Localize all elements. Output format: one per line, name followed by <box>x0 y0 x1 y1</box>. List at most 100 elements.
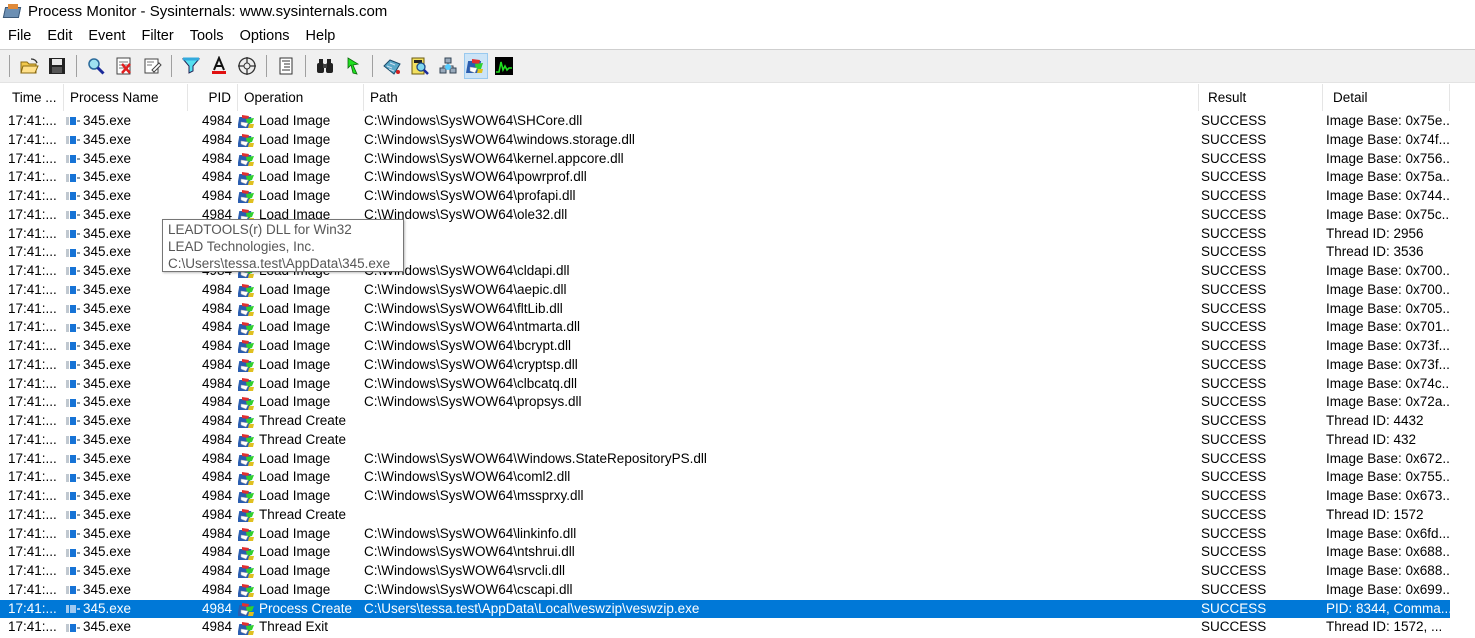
event-row[interactable]: 17:41:... 345.exe 4984 Load Image C:\Win… <box>0 450 1450 469</box>
column-header-time[interactable]: Time ... <box>0 84 64 111</box>
detail-cell: Image Base: 0x701... <box>1326 319 1450 335</box>
process-name-cell: 345.exe <box>66 450 188 469</box>
jump-to-button[interactable] <box>341 53 365 79</box>
show-process-thread-button[interactable] <box>464 53 488 79</box>
process-name-cell: 345.exe <box>66 581 188 600</box>
event-row[interactable]: 17:41:... 345.exe 4984 Thread Create SUC… <box>0 506 1450 525</box>
process-thread-activity-icon <box>466 59 483 74</box>
event-row[interactable]: 17:41:... 345.exe 4984 Load Image C:\Win… <box>0 168 1450 187</box>
process-name-cell: 345.exe <box>66 337 188 356</box>
event-row[interactable]: 17:41:... 345.exe 4984 Load Image C:\Win… <box>0 487 1450 506</box>
menu-help[interactable]: Help <box>298 28 344 44</box>
event-row[interactable]: 17:41:... 345.exe 4984 Load Image C:\Win… <box>0 393 1450 412</box>
column-header-detail[interactable]: Detail <box>1323 84 1450 111</box>
column-header-pid[interactable]: PID <box>188 84 238 111</box>
path-cell: C:\Windows\SysWOW64\ntmarta.dll <box>364 319 581 335</box>
path-cell <box>364 506 1196 525</box>
process-thread-operation-icon <box>238 170 256 186</box>
toolbar-separator <box>9 55 10 77</box>
event-row[interactable]: 17:41:... 345.exe 4984 Load Image C:\Win… <box>0 281 1450 300</box>
clear-button[interactable] <box>140 53 164 79</box>
save-button[interactable] <box>45 53 69 79</box>
column-header-process-name[interactable]: Process Name <box>64 84 188 111</box>
event-row[interactable]: 17:41:... 345.exe 4984 Load Image C:\Win… <box>0 112 1450 131</box>
pid-cell: 4984 <box>201 150 232 166</box>
process-exe-icon <box>66 510 80 520</box>
operation-text: Load Image <box>259 319 331 335</box>
open-button[interactable] <box>17 53 41 79</box>
path-cell: C:\Windows\SysWOW64\powrprof.dll <box>364 169 587 185</box>
operation-cell: Thread Create <box>238 506 362 525</box>
event-row[interactable]: 17:41:... 345.exe 4984 Load Image C:\Win… <box>0 562 1450 581</box>
binoculars-icon <box>317 59 333 73</box>
process-exe-icon <box>66 229 80 239</box>
menu-event[interactable]: Event <box>80 28 133 44</box>
event-row[interactable]: 17:41:... 345.exe 4984 Load Image C:\Win… <box>0 318 1450 337</box>
registry-activity-icon <box>383 59 401 75</box>
process-exe-icon <box>66 323 80 333</box>
event-row[interactable]: 17:41:... 345.exe 4984 Thread Create SUC… <box>0 412 1450 431</box>
result-cell: SUCCESS <box>1201 356 1267 372</box>
event-row[interactable]: 17:41:... 345.exe 4984 Load Image C:\Win… <box>0 337 1450 356</box>
menu-options[interactable]: Options <box>232 28 298 44</box>
column-header-operation[interactable]: Operation <box>238 84 364 111</box>
event-row[interactable]: 17:41:... 345.exe 4984 Load Image C:\Win… <box>0 356 1450 375</box>
process-thread-operation-icon <box>238 282 256 298</box>
result-cell: SUCCESS <box>1201 394 1267 410</box>
find-button[interactable] <box>313 53 337 79</box>
event-row[interactable]: 17:41:... 345.exe 4984 Load Image C:\Win… <box>0 468 1450 487</box>
pid-cell: 4984 <box>201 506 232 522</box>
autoscroll-button[interactable] <box>112 53 136 79</box>
show-registry-button[interactable] <box>380 53 404 79</box>
window-title: Process Monitor - Sysinternals: www.sysi… <box>28 2 388 20</box>
process-name-text: 345.exe <box>83 188 132 203</box>
result-cell: SUCCESS <box>1201 113 1267 128</box>
process-name-text: 345.exe <box>83 319 132 335</box>
process-thread-operation-icon <box>238 320 256 336</box>
detail-cell: Image Base: 0x688... <box>1326 563 1450 578</box>
column-header-path[interactable]: Path <box>364 84 1199 111</box>
event-row[interactable]: 17:41:... 345.exe 4984 Load Image C:\Win… <box>0 375 1450 394</box>
time-cell: 17:41:... <box>8 600 57 616</box>
capture-button[interactable] <box>84 53 108 79</box>
event-row[interactable]: 17:41:... 345.exe 4984 Load Image C:\Win… <box>0 150 1450 169</box>
event-row[interactable]: 17:41:... 345.exe 4984 Process Create C:… <box>0 599 1450 619</box>
result-cell: SUCCESS <box>1201 281 1267 297</box>
process-thread-operation-icon <box>238 188 256 204</box>
show-filesystem-button[interactable] <box>408 53 432 79</box>
process-thread-operation-icon <box>238 413 256 429</box>
pid-cell: 4984 <box>201 300 232 316</box>
pid-cell: 4984 <box>201 563 232 578</box>
operation-cell: Load Image <box>238 337 362 356</box>
detail-cell: Thread ID: 2956 <box>1326 225 1424 241</box>
include-process-button[interactable] <box>235 53 259 79</box>
show-profiling-button[interactable] <box>492 53 516 79</box>
process-exe-icon <box>66 416 80 426</box>
menu-filter[interactable]: Filter <box>133 28 181 44</box>
event-row[interactable]: 17:41:... 345.exe 4984 Load Image C:\Win… <box>0 543 1450 562</box>
filter-button[interactable] <box>179 53 203 79</box>
event-row[interactable]: 17:41:... 345.exe 4984 Thread Exit SUCCE… <box>0 618 1450 637</box>
menu-file[interactable]: File <box>0 28 39 44</box>
time-cell: 17:41:... <box>8 581 57 597</box>
detail-cell: Thread ID: 4432 <box>1326 413 1424 428</box>
event-row[interactable]: 17:41:... 345.exe 4984 Load Image C:\Win… <box>0 300 1450 319</box>
toolbar-separator <box>305 55 306 77</box>
event-row[interactable]: 17:41:... 345.exe 4984 Load Image C:\Win… <box>0 525 1450 544</box>
detail-cell: Thread ID: 1572 <box>1326 506 1424 522</box>
highlight-button[interactable] <box>207 53 231 79</box>
event-row[interactable]: 17:41:... 345.exe 4984 Load Image C:\Win… <box>0 131 1450 150</box>
event-row[interactable]: 17:41:... 345.exe 4984 Load Image C:\Win… <box>0 187 1450 206</box>
event-row[interactable]: 17:41:... 345.exe 4984 Load Image C:\Win… <box>0 581 1450 600</box>
operation-text: Thread Create <box>259 431 347 447</box>
show-network-button[interactable] <box>436 53 460 79</box>
process-tree-button[interactable] <box>274 53 298 79</box>
path-cell <box>364 225 1196 244</box>
column-header-result[interactable]: Result <box>1199 84 1323 111</box>
menu-tools[interactable]: Tools <box>182 28 232 44</box>
detail-cell: Image Base: 0x74f... <box>1326 131 1450 147</box>
menu-edit[interactable]: Edit <box>39 28 80 44</box>
process-name-text: 345.exe <box>83 563 132 578</box>
event-row[interactable]: 17:41:... 345.exe 4984 Thread Create SUC… <box>0 431 1450 450</box>
time-cell: 17:41:... <box>8 619 57 635</box>
